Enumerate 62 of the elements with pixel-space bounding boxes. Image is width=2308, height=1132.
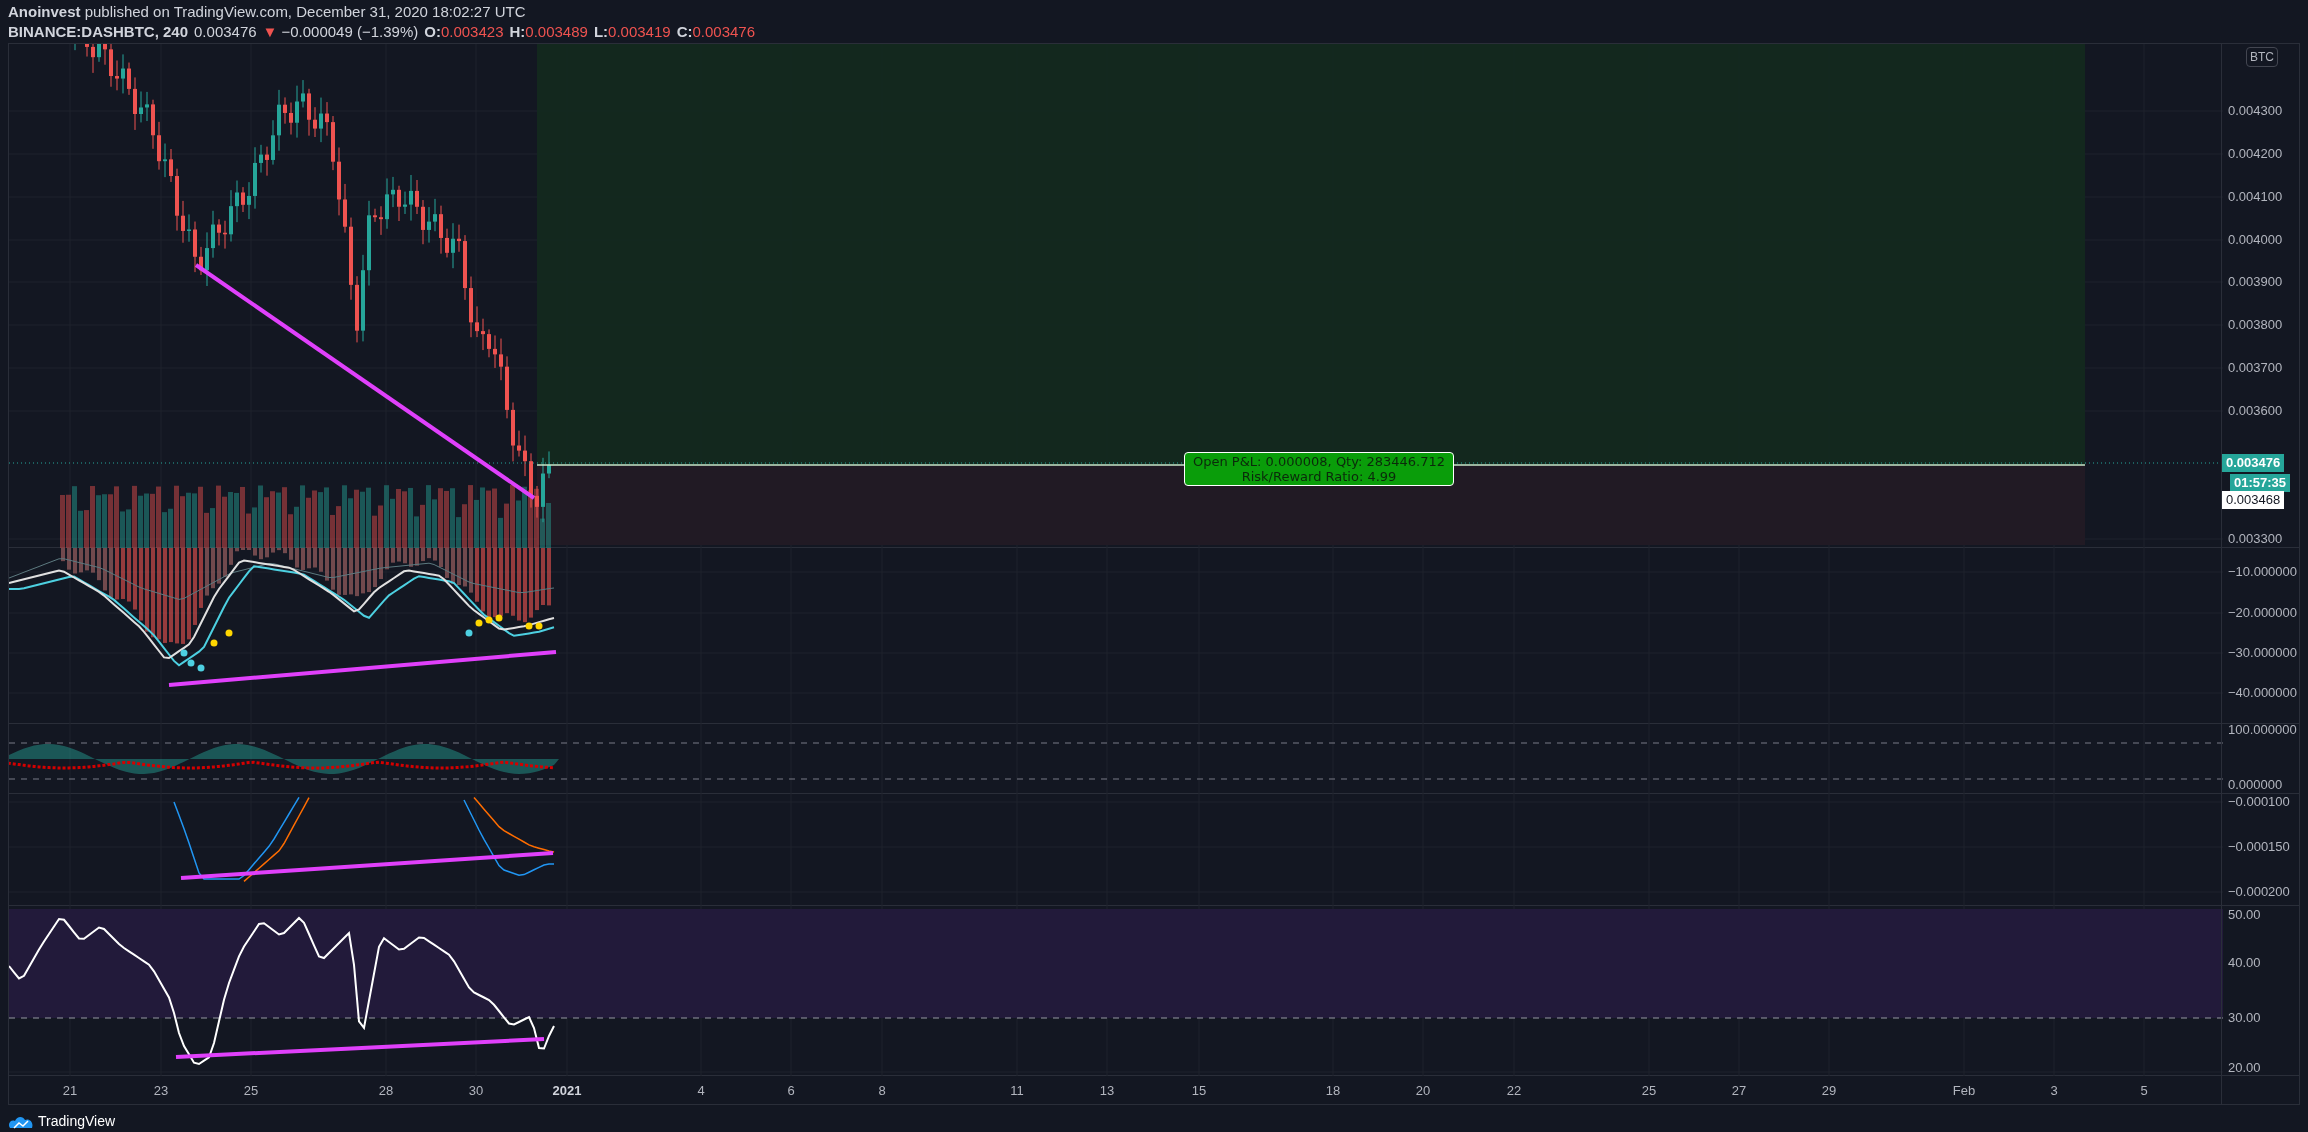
ohlc-label: L: [593, 22, 609, 42]
price-tag: 0.003468 [2222, 491, 2285, 509]
axis-label: −0.000150 [2228, 838, 2290, 857]
axis-label: 0.003300 [2228, 530, 2283, 549]
time-label: 4 [697, 1082, 705, 1100]
axis-label: −40.000000 [2228, 684, 2298, 703]
last-price: 0.003476 [194, 22, 257, 42]
time-label: 27 [1731, 1082, 1747, 1100]
time-label: 13 [1099, 1082, 1115, 1100]
axis-label: 40.00 [2228, 954, 2261, 973]
time-label: 22 [1506, 1082, 1522, 1100]
axis-label: 100.000000 [2228, 721, 2297, 740]
time-label: 6 [787, 1082, 795, 1100]
time-label: 21 [62, 1082, 78, 1100]
time-label: 18 [1325, 1082, 1341, 1100]
ohlc-label: H: [509, 22, 526, 42]
axis-label: 0.004100 [2228, 188, 2283, 207]
currency-badge: BTC [2246, 47, 2278, 67]
axis-label: 30.00 [2228, 1009, 2261, 1028]
price-tag: 01:57:35 [2230, 474, 2291, 492]
time-label: 5 [2140, 1082, 2148, 1100]
axis-label: 0.003600 [2228, 402, 2283, 421]
time-label: 25 [243, 1082, 259, 1100]
time-label: 23 [153, 1082, 169, 1100]
price-tag: 0.003476 [2222, 454, 2285, 472]
axis-label: 0.004200 [2228, 145, 2283, 164]
axis-label: 0.003900 [2228, 273, 2283, 292]
time-label: 2021 [552, 1082, 582, 1100]
brand-name: TradingView [38, 1112, 116, 1131]
position-label: Open P&L: 0.000008, Qty: 283446.712 Risk/Reward Ratio: 4.99 [1184, 452, 1455, 486]
ohlc-value: 0.003419 [608, 22, 671, 42]
axis-label: 0.004000 [2228, 231, 2283, 250]
axis-label: −10.000000 [2228, 563, 2298, 582]
axis-label: −0.000100 [2228, 793, 2290, 812]
time-label: 8 [878, 1082, 886, 1100]
ohlc-label: O: [424, 22, 441, 42]
time-label: 20 [1415, 1082, 1431, 1100]
axis-label: 0.003700 [2228, 359, 2283, 378]
time-label: 11 [1010, 1082, 1024, 1100]
axis-label: 50.00 [2228, 906, 2261, 925]
publish-info: Anoinvest published on TradingView.com, December 31, 2020 18:02:27 UTC [8, 2, 527, 22]
axis-label: −0.000200 [2228, 883, 2290, 902]
axis-label: 0.004300 [2228, 102, 2283, 121]
time-label: 28 [378, 1082, 394, 1100]
axis-label: 0.000000 [2228, 776, 2283, 795]
axis-label: −30.000000 [2228, 644, 2298, 663]
time-label: Feb [1952, 1082, 1976, 1100]
time-label: 25 [1641, 1082, 1657, 1100]
time-label: 29 [1821, 1082, 1837, 1100]
ohlc-value: 0.003489 [525, 22, 588, 42]
ohlc-value: 0.003476 [692, 22, 756, 42]
symbol-title: BINANCE:DASHBTC, 240 [8, 22, 189, 42]
time-label: 3 [2050, 1082, 2058, 1100]
time-label: 30 [468, 1082, 484, 1100]
price-change: −0.000049 (−1.39%) [281, 22, 419, 42]
time-label: 15 [1191, 1082, 1207, 1100]
axis-label: 0.003800 [2228, 316, 2283, 335]
direction-marker: ▼ [262, 22, 278, 42]
ohlc-value: 0.003423 [440, 22, 504, 42]
axis-label: 20.00 [2228, 1059, 2261, 1078]
axis-label: −20.000000 [2228, 604, 2298, 623]
ohlc-label: C: [676, 22, 693, 42]
